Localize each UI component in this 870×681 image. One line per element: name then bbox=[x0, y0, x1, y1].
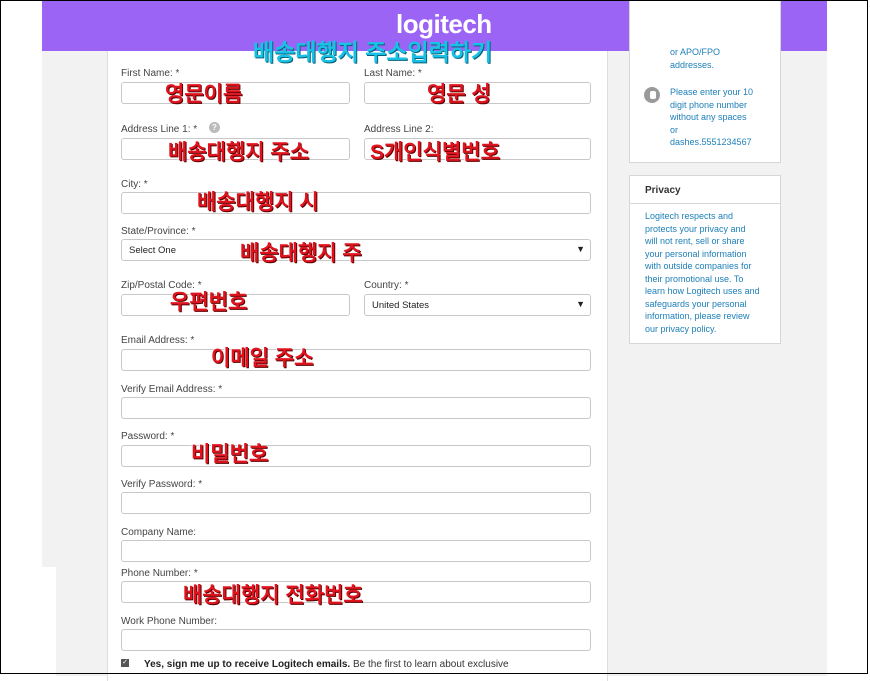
verify-email-input[interactable] bbox=[121, 397, 591, 419]
overlay-title: 배송대행지 주소입력하기 bbox=[253, 39, 493, 65]
tip-line: Please enter your 10 bbox=[670, 87, 754, 97]
caret-down-icon: ▼ bbox=[576, 244, 585, 254]
country-select[interactable]: United States ▼ bbox=[364, 294, 591, 316]
privacy-line: will not rent, sell or share bbox=[645, 236, 745, 246]
privacy-line: your personal information bbox=[645, 248, 747, 259]
privacy-line: safeguards your personal bbox=[645, 298, 747, 309]
address2-annotation: S개인식별번호 bbox=[370, 141, 500, 164]
tip-line: digit phone number bbox=[670, 99, 748, 110]
password-annotation: 비밀번호 bbox=[191, 443, 269, 466]
city-input[interactable] bbox=[121, 192, 591, 214]
tip-line: dashes.5551234567 bbox=[670, 137, 752, 147]
country-label: Country: * bbox=[364, 280, 409, 291]
address2-label: Address Line 2: bbox=[364, 124, 434, 135]
newsletter-bold-text: Yes, sign me up to receive Logitech emai… bbox=[144, 659, 351, 670]
phone-tip-text: Please enter your 10 digit phone number … bbox=[670, 86, 753, 149]
email-input[interactable] bbox=[121, 349, 591, 371]
last-name-annotation: 영문 성 bbox=[427, 83, 491, 106]
privacy-header: Privacy bbox=[630, 176, 780, 204]
address1-label: Address Line 1: * bbox=[121, 124, 198, 135]
sidebar-tip-text: or APO/FPO addresses. bbox=[670, 46, 720, 71]
privacy-line: protects your privacy and bbox=[645, 223, 746, 234]
verify-email-label: Verify Email Address: * bbox=[121, 384, 223, 395]
phone-annotation: 배송대행지 전화번호 bbox=[183, 584, 363, 607]
privacy-line: information, please review bbox=[645, 311, 750, 321]
last-name-label: Last Name: * bbox=[364, 68, 422, 79]
verify-password-input[interactable] bbox=[121, 492, 591, 514]
help-icon[interactable]: ? bbox=[209, 122, 220, 133]
phone-icon bbox=[644, 87, 660, 103]
work-phone-label: Work Phone Number: bbox=[121, 616, 217, 627]
newsletter-checkbox[interactable]: ✓ bbox=[121, 659, 129, 667]
phone-label: Phone Number: * bbox=[121, 568, 198, 579]
company-label: Company Name: bbox=[121, 527, 197, 538]
zip-annotation: 우편번호 bbox=[170, 291, 248, 314]
city-label: City: * bbox=[121, 179, 148, 190]
privacy-line: Logitech respects and bbox=[645, 211, 734, 221]
privacy-line: our privacy policy. bbox=[645, 323, 717, 334]
privacy-text[interactable]: Logitech respects and protects your priv… bbox=[645, 210, 760, 335]
tip-line: addresses. bbox=[670, 59, 715, 70]
caret-down-icon: ▼ bbox=[576, 299, 585, 309]
privacy-line: learn how Logitech uses and bbox=[645, 286, 760, 296]
privacy-line: with outside companies for bbox=[645, 261, 752, 271]
newsletter-option: Yes, sign me up to receive Logitech emai… bbox=[144, 659, 509, 670]
verify-password-label: Verify Password: * bbox=[121, 479, 203, 490]
state-annotation: 배송대행지 주 bbox=[240, 242, 362, 265]
first-name-annotation: 영문이름 bbox=[165, 83, 243, 106]
newsletter-rest-text: Be the first to learn about exclusive bbox=[350, 659, 509, 670]
tip-line: or APO/FPO bbox=[670, 47, 721, 57]
tip-line: or bbox=[670, 124, 679, 135]
country-select-value: United States bbox=[372, 300, 430, 311]
password-label: Password: * bbox=[121, 431, 175, 442]
company-input[interactable] bbox=[121, 540, 591, 562]
email-label: Email Address: * bbox=[121, 335, 195, 346]
tip-line: without any spaces bbox=[670, 112, 747, 122]
privacy-line: their promotional use. To bbox=[645, 273, 744, 284]
state-select-value: Select One bbox=[129, 245, 176, 256]
privacy-title: Privacy bbox=[645, 185, 681, 196]
state-label: State/Province: * bbox=[121, 226, 196, 237]
city-annotation: 배송대행지 시 bbox=[197, 191, 319, 214]
work-phone-input[interactable] bbox=[121, 629, 591, 651]
address1-annotation: 배송대행지 주소 bbox=[168, 141, 310, 164]
email-annotation: 이메일 주소 bbox=[211, 347, 314, 370]
